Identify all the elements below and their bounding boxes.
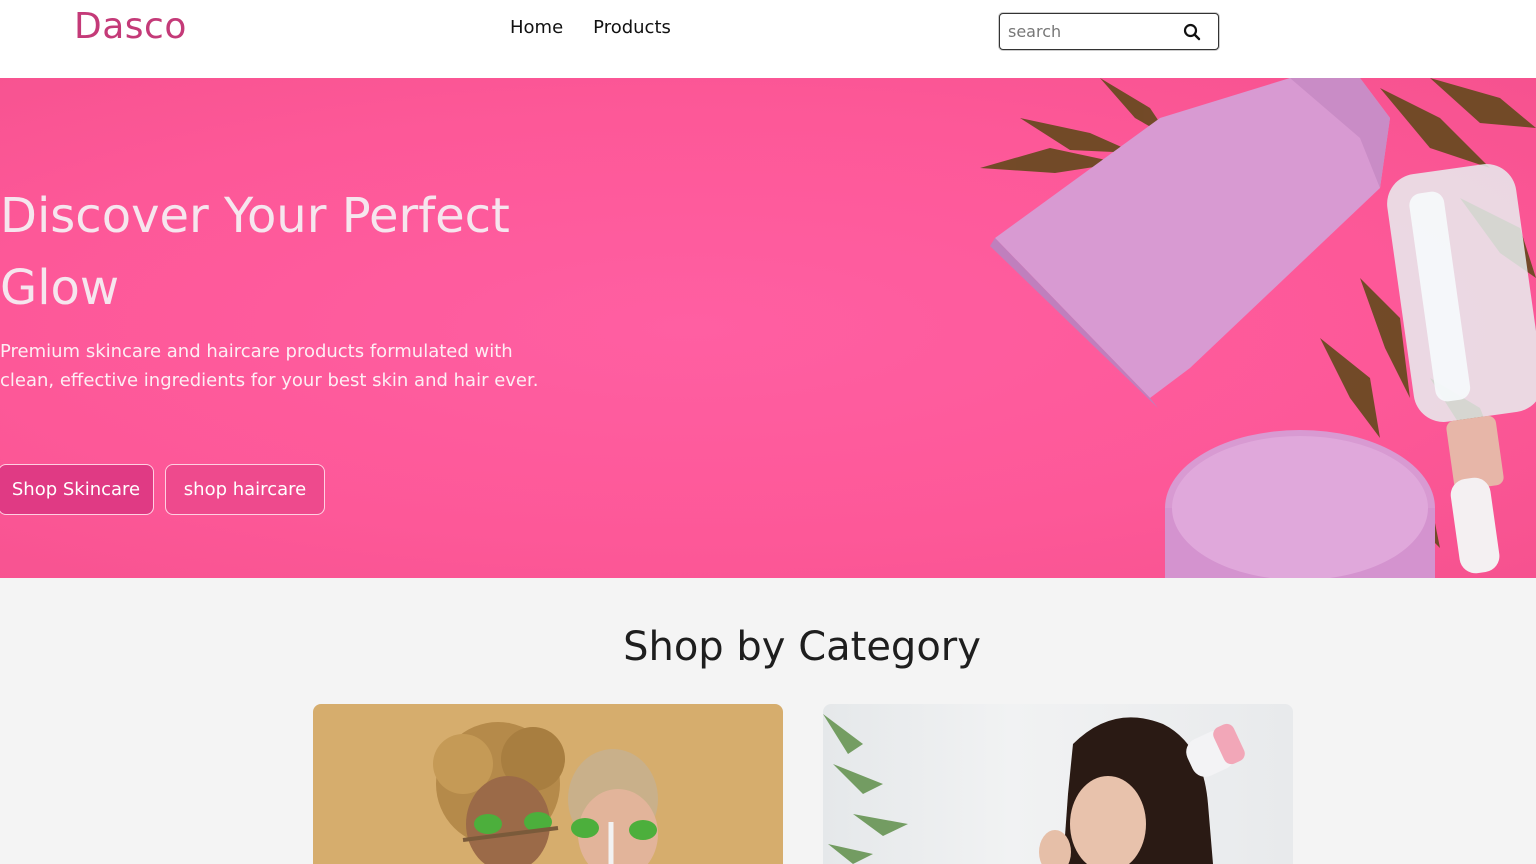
nav-home-link[interactable]: Home xyxy=(510,17,563,38)
hero-banner: Discover Your Perfect Glow Premium skinc… xyxy=(0,78,1536,578)
search-box xyxy=(999,13,1219,50)
main-nav: Home Products xyxy=(510,17,671,38)
nav-products-link[interactable]: Products xyxy=(593,17,671,38)
haircare-category-image xyxy=(823,714,1245,864)
shop-haircare-button[interactable]: shop haircare xyxy=(165,464,325,515)
hero-product-image xyxy=(980,78,1536,578)
category-section-title: Shop by Category xyxy=(623,624,981,670)
category-card-haircare[interactable] xyxy=(823,704,1293,864)
search-input[interactable] xyxy=(1006,17,1176,45)
skincare-category-image xyxy=(433,722,658,864)
search-icon[interactable] xyxy=(1182,22,1202,42)
hero-title: Discover Your Perfect Glow xyxy=(0,188,510,316)
hero-subtitle: Premium skincare and haircare products f… xyxy=(0,341,539,391)
shop-skincare-button[interactable]: Shop Skincare xyxy=(0,464,154,515)
category-card-skincare[interactable] xyxy=(313,704,783,864)
site-header: Dasco Home Products xyxy=(0,0,1536,78)
logo[interactable]: Dasco xyxy=(74,6,187,47)
